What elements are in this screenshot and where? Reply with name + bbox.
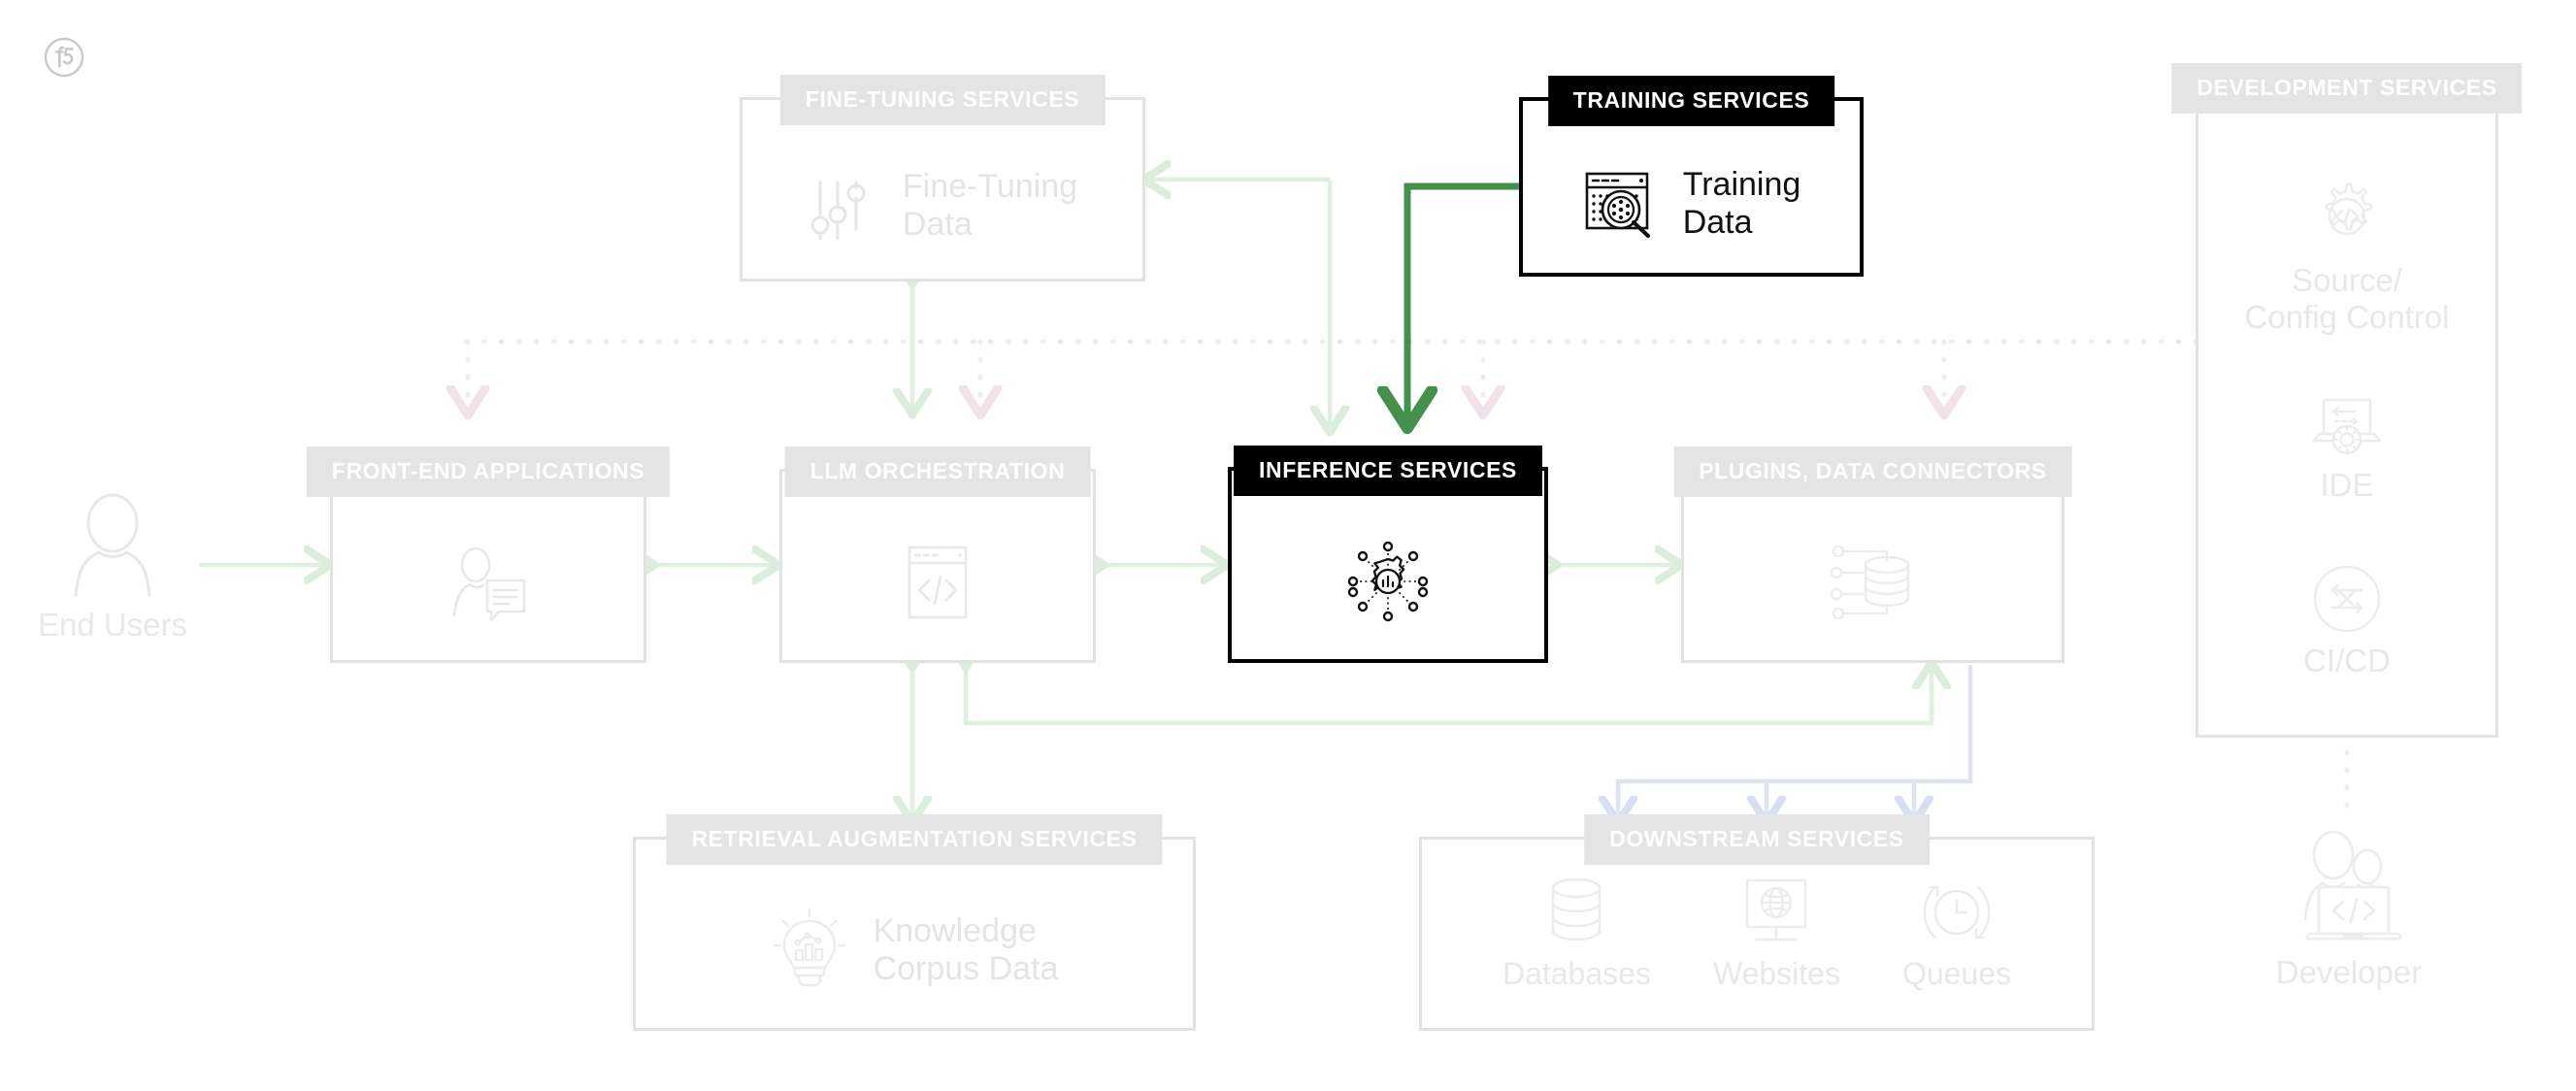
ci-cd-label: CI/CD (2303, 643, 2391, 679)
person-chat-icon (446, 544, 530, 621)
node-training-services[interactable]: TRAINING SERVICES Training Data (1519, 76, 1864, 277)
developer-label: Developer (2275, 954, 2423, 990)
code-window-icon (906, 542, 970, 623)
knowledge-corpus-data-label: Knowledge Corpus Data (873, 912, 1059, 987)
gear-code-icon (2309, 179, 2385, 254)
wire-training-to-inference (1407, 182, 1519, 424)
fine-tuning-data-label: Fine-Tuning Data (902, 168, 1078, 243)
sliders-icon (808, 169, 877, 243)
tile-queues[interactable]: Queues (1902, 876, 2011, 992)
tile-ci-cd[interactable]: CI/CD (2303, 563, 2391, 679)
downstream-services-title: DOWNSTREAM SERVICES (1584, 814, 1930, 866)
lightbulb-chart-icon (771, 908, 848, 993)
db-connector-icon (1830, 544, 1916, 621)
databases-label: Databases (1502, 956, 1651, 991)
queues-label: Queues (1901, 956, 2012, 991)
actor-developer: Developer (2252, 830, 2446, 991)
actor-end-users: End Users (35, 490, 190, 644)
wire-llm-to-retrieval (912, 665, 1932, 820)
node-inference-services[interactable]: INFERENCE SERVICES (1228, 446, 1548, 663)
end-users-label: End Users (37, 607, 188, 643)
node-development-services[interactable]: DEVELOPMENT SERVICES Source/ Config Cont… (2171, 63, 2523, 738)
f5-logo (44, 37, 84, 83)
tile-databases[interactable]: Databases (1503, 876, 1651, 992)
tile-ide[interactable]: IDE (2308, 395, 2386, 504)
developer-laptop-icon (2290, 830, 2408, 944)
queue-clock-icon (1922, 876, 1992, 948)
node-llm-orchestration[interactable]: LLM ORCHESTRATION (779, 446, 1096, 663)
node-retrieval-augmentation-services[interactable]: RETRIEVAL AUGMENTATION SERVICES Knowledg… (633, 814, 1196, 1031)
node-fine-tuning-services[interactable]: FINE-TUNING SERVICES Fine-Tuning Data (740, 75, 1145, 281)
data-inspect-icon (1582, 166, 1658, 242)
training-data-label: Training Data (1682, 165, 1801, 241)
websites-label: Websites (1712, 956, 1840, 991)
node-front-end-applications[interactable]: FRONT-END APPLICATIONS (306, 446, 671, 663)
monitor-globe-icon (1741, 876, 1811, 948)
architecture-diagram: End Users FINE-TUNING SERVICES Fine-Tuni… (0, 0, 2576, 1091)
tile-source-config-control[interactable]: Source/ Config Control (2244, 179, 2450, 335)
swap-arrows-icon (2311, 563, 2383, 635)
wire-plugins-to-downstream (1618, 665, 1973, 820)
laptop-gear-icon (2308, 395, 2386, 459)
node-downstream-services[interactable]: DOWNSTREAM SERVICES Databases Websites Q… (1419, 814, 2095, 1031)
development-services-title: DEVELOPMENT SERVICES (2171, 63, 2523, 115)
node-plugins-data-connectors[interactable]: PLUGINS, DATA CONNECTORS (1673, 446, 2072, 663)
tile-websites[interactable]: Websites (1713, 876, 1840, 992)
wire-inference-to-finetuning (1146, 180, 1330, 430)
inference-hub-icon (1343, 537, 1433, 626)
source-config-control-label: Source/ Config Control (2244, 261, 2450, 335)
ide-label: IDE (2320, 466, 2374, 503)
person-icon (66, 490, 159, 597)
database-icon (1546, 876, 1606, 948)
